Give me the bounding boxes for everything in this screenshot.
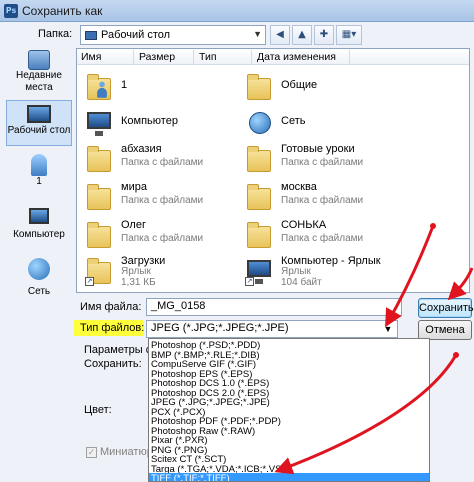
arrow-to-tiff-option [274, 354, 458, 475]
arrow-to-save-button [447, 267, 474, 301]
arrow-to-filetype-select [385, 225, 435, 328]
annotation-arrows [274, 223, 474, 475]
